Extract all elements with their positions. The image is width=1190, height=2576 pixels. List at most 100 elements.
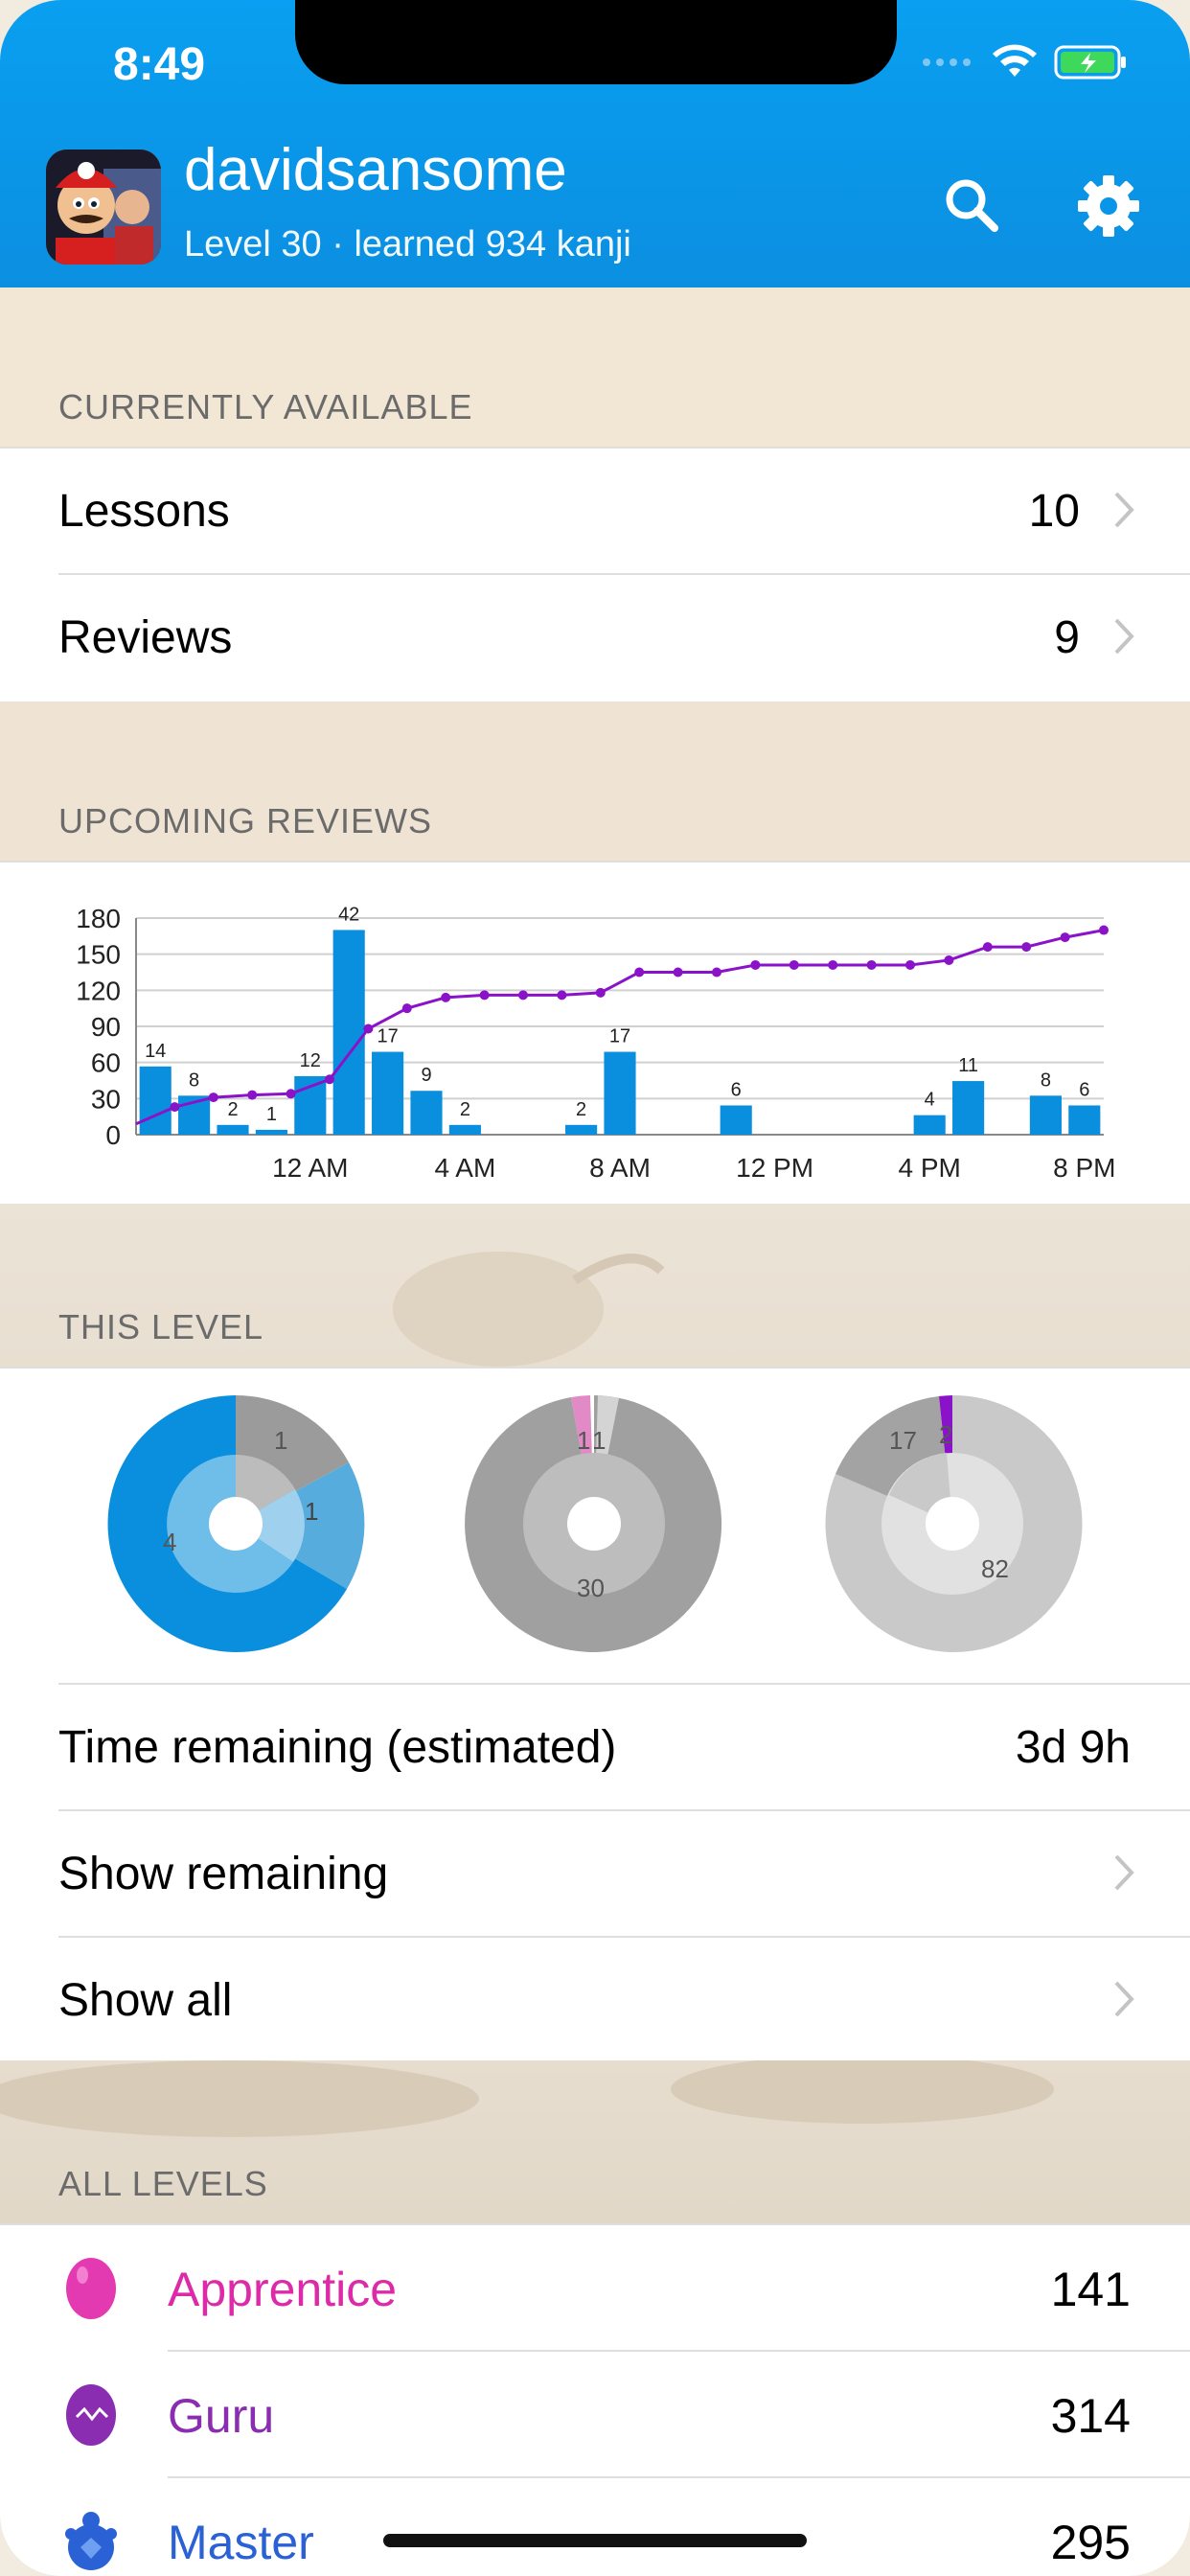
donut-label: 1 xyxy=(592,1426,606,1455)
lessons-count: 10 xyxy=(1028,486,1080,537)
bar xyxy=(217,1124,249,1135)
bar-label: 2 xyxy=(576,1099,586,1120)
donut-label: 1 xyxy=(274,1426,287,1455)
status-icons xyxy=(922,44,1129,80)
bar xyxy=(255,1129,287,1135)
time-remaining-row: Time remaining (estimated) 3d 9h xyxy=(0,1685,1190,1809)
guru-row[interactable]: Guru 314 xyxy=(0,2352,1190,2476)
donut-kanji: 1 1 30 xyxy=(465,1395,722,1652)
signal-icon xyxy=(923,58,971,66)
donut-vocabulary: 17 2 82 xyxy=(825,1394,1083,1652)
reviews-count: 9 xyxy=(1054,612,1080,663)
show-remaining-label: Show remaining xyxy=(58,1849,389,1899)
this-level-donut-charts: 1 1 4 1 1 30 17 2 82 xyxy=(107,1394,1083,1652)
apprentice-row[interactable]: Apprentice 141 xyxy=(0,2225,1190,2350)
reviews-label: Reviews xyxy=(58,612,233,663)
donut-label: 30 xyxy=(577,1574,605,1602)
bar xyxy=(410,1091,443,1135)
bar-label: 6 xyxy=(1079,1079,1089,1100)
cumulative-point xyxy=(944,954,954,965)
lessons-label: Lessons xyxy=(58,486,230,537)
cumulative-point xyxy=(789,959,799,970)
x-tick-label: 12 AM xyxy=(272,1153,348,1183)
cumulative-point xyxy=(518,990,528,1000)
user-avatar[interactable] xyxy=(46,150,161,264)
bar xyxy=(332,930,365,1135)
bar-label: 17 xyxy=(609,1026,630,1047)
donut-label: 2 xyxy=(939,1420,952,1449)
master-row[interactable]: Master 295 xyxy=(0,2478,1190,2576)
bar-label: 2 xyxy=(227,1099,238,1120)
device-notch xyxy=(295,0,897,84)
this-level-card: 1 1 4 1 1 30 17 2 82 Time remaining (est… xyxy=(0,1367,1190,2062)
bar-label: 1 xyxy=(266,1104,277,1125)
bar-label: 17 xyxy=(377,1026,398,1047)
chevron-right-icon xyxy=(1114,1854,1134,1891)
master-turtle-icon xyxy=(65,2512,117,2570)
x-tick-label: 4 AM xyxy=(434,1153,495,1183)
bar xyxy=(913,1115,946,1135)
bar-label: 42 xyxy=(338,904,359,925)
cumulative-point xyxy=(325,1074,334,1085)
cumulative-point xyxy=(595,987,606,998)
battery-icon xyxy=(1054,45,1126,80)
cumulative-point xyxy=(401,1003,412,1014)
home-indicator[interactable] xyxy=(383,2534,807,2547)
cumulative-point xyxy=(479,990,490,1000)
section-title-currently-available: CURRENTLY AVAILABLE xyxy=(58,387,473,426)
cumulative-point xyxy=(441,992,451,1002)
bar xyxy=(294,1075,327,1135)
donut-label: 17 xyxy=(889,1426,917,1455)
currently-available-card: Lessons 10 Reviews 9 xyxy=(0,447,1190,703)
apprentice-egg-icon xyxy=(66,2258,116,2319)
cumulative-point xyxy=(363,1024,374,1034)
cumulative-point xyxy=(286,1089,296,1099)
y-tick-label: 90 xyxy=(91,1012,121,1042)
cumulative-point xyxy=(1021,942,1032,953)
chevron-right-icon xyxy=(1114,618,1134,655)
x-tick-label: 8 PM xyxy=(1053,1153,1115,1183)
bar-label: 11 xyxy=(958,1055,978,1076)
chevron-right-icon xyxy=(1114,492,1134,528)
show-all-label: Show all xyxy=(58,1975,233,2026)
lessons-row[interactable]: Lessons 10 xyxy=(0,448,1190,573)
show-all-row[interactable]: Show all xyxy=(0,1938,1190,2062)
reviews-row[interactable]: Reviews 9 xyxy=(0,575,1190,700)
bar xyxy=(1068,1105,1101,1135)
wifi-icon xyxy=(993,44,1037,77)
bar xyxy=(720,1105,752,1135)
settings-gear-icon[interactable] xyxy=(1075,172,1142,240)
status-time: 8:49 xyxy=(113,39,206,90)
cumulative-point xyxy=(905,959,915,970)
master-label: Master xyxy=(168,2516,314,2569)
section-title-all-levels: ALL LEVELS xyxy=(58,2164,268,2203)
cumulative-point xyxy=(866,959,877,970)
y-tick-label: 60 xyxy=(91,1048,121,1078)
y-tick-label: 30 xyxy=(91,1084,121,1114)
app-header: 8:49 davidsansome Level 30 · learned 934… xyxy=(0,0,1190,288)
cumulative-point xyxy=(712,967,721,978)
donut-radicals: 1 1 4 xyxy=(107,1394,365,1652)
cumulative-point xyxy=(557,990,567,1000)
guru-count: 314 xyxy=(1050,2389,1131,2443)
bar-label: 12 xyxy=(300,1050,321,1071)
bar-label: 8 xyxy=(1041,1070,1051,1091)
apprentice-count: 141 xyxy=(1050,2263,1131,2316)
all-levels-card: Apprentice 141 Guru 314 Master 295 xyxy=(0,2223,1190,2576)
bar xyxy=(565,1124,598,1135)
x-tick-label: 12 PM xyxy=(736,1153,813,1183)
app-screen: 8:49 davidsansome Level 30 · learned 934… xyxy=(0,0,1190,2576)
bar-label: 14 xyxy=(145,1041,166,1062)
upcoming-reviews-card: 180 150 120 90 60 30 0 14 8 2 1 12 42 17 9 2 2 17 6 4 11 8 6 12… xyxy=(0,861,1190,1206)
bar-label: 8 xyxy=(189,1070,199,1091)
apprentice-label: Apprentice xyxy=(168,2263,398,2316)
bar xyxy=(952,1081,985,1135)
bar xyxy=(604,1051,636,1135)
bar xyxy=(139,1066,172,1135)
bar-label: 2 xyxy=(460,1099,470,1120)
cumulative-point xyxy=(247,1090,258,1100)
search-icon[interactable] xyxy=(939,172,1006,240)
guru-label: Guru xyxy=(168,2389,275,2443)
show-remaining-row[interactable]: Show remaining xyxy=(0,1811,1190,1936)
avatar-image xyxy=(46,150,161,264)
